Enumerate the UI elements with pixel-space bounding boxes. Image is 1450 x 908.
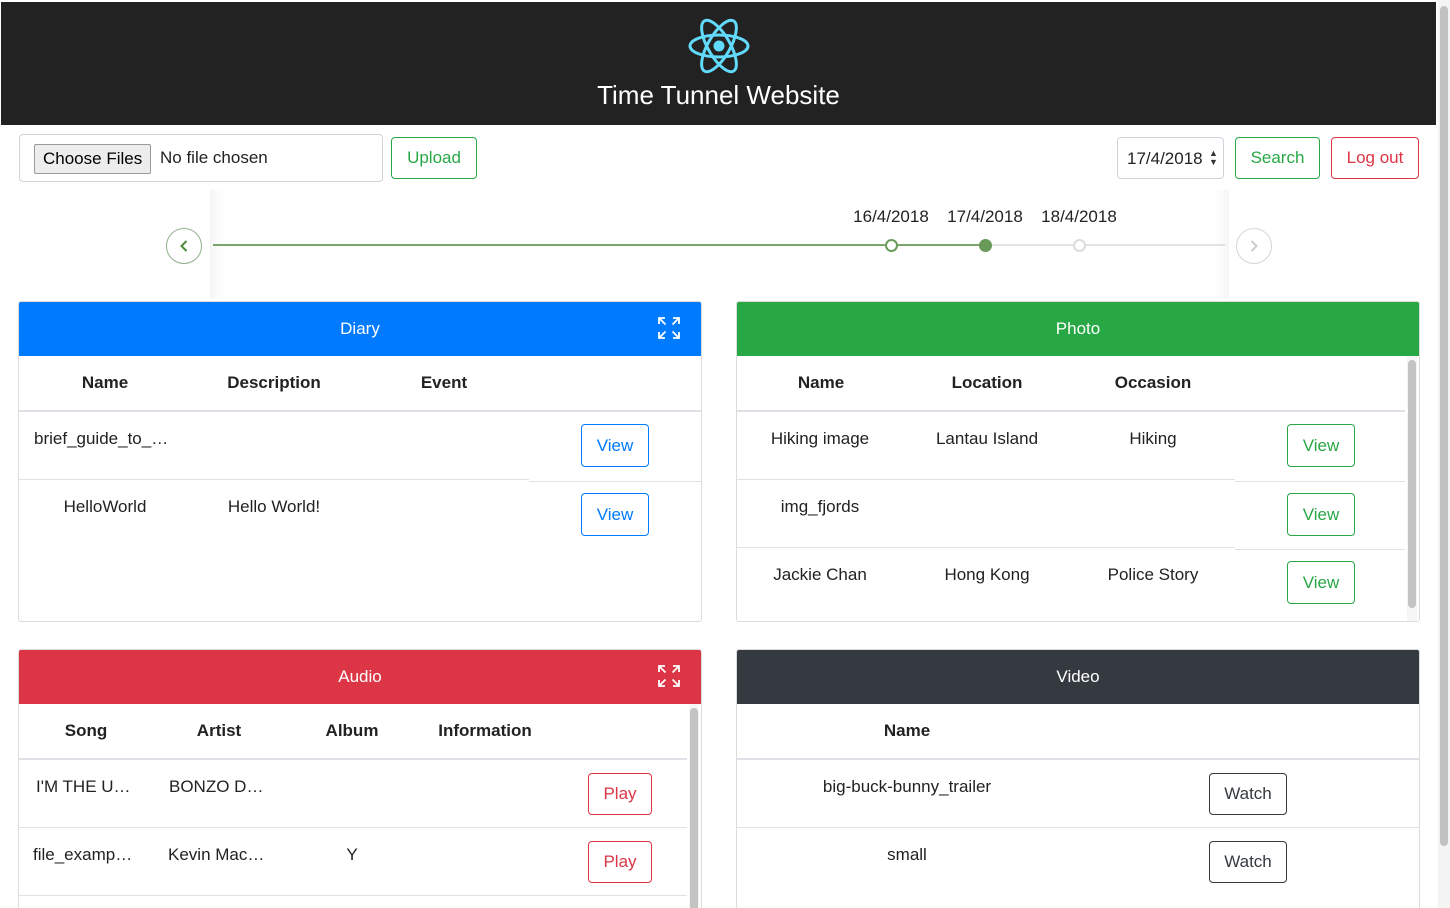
audio-column-header: Information: [438, 721, 532, 740]
diary-panel-header: Diary: [19, 302, 701, 356]
divider: [19, 895, 687, 896]
divider: [1235, 549, 1405, 550]
divider: [737, 758, 1419, 760]
view-button[interactable]: View: [1287, 424, 1355, 467]
view-button[interactable]: View: [581, 493, 649, 536]
audio-column-header: Song: [64, 721, 108, 740]
play-button[interactable]: Play: [588, 841, 652, 883]
photo-cell-occasion: Police Story: [1107, 565, 1199, 584]
date-value: 17/4/2018: [1127, 149, 1203, 168]
react-atom-icon: [688, 18, 750, 74]
photo-scrollbar[interactable]: [1407, 356, 1417, 621]
divider: [19, 758, 687, 760]
timeline-date-label: 17/4/2018: [947, 207, 1023, 226]
divider: [737, 479, 1235, 480]
video-panel-header: Video: [737, 650, 1419, 704]
photo-column-header: Occasion: [1114, 373, 1192, 392]
chevron-left-icon: [180, 240, 188, 252]
photo-column-header: Location: [951, 373, 1023, 392]
file-input[interactable]: Choose Files No file chosen: [19, 134, 383, 182]
site-header: Time Tunnel Website: [1, 2, 1436, 125]
file-status-text: No file chosen: [160, 148, 268, 167]
audio-cell-song: file_examp…: [33, 845, 133, 864]
expand-icon[interactable]: [657, 316, 681, 340]
site-title: Time Tunnel Website: [597, 80, 840, 110]
page-scrollbar[interactable]: [1438, 0, 1450, 908]
chevron-right-icon: [1250, 240, 1258, 252]
audio-scrollbar[interactable]: [689, 704, 699, 908]
logout-button[interactable]: Log out: [1331, 137, 1419, 179]
timeline-dot[interactable]: [885, 239, 898, 252]
photo-column-header: Name: [797, 373, 845, 392]
play-button[interactable]: Play: [588, 773, 652, 815]
view-button[interactable]: View: [1287, 493, 1355, 536]
view-button[interactable]: View: [581, 424, 649, 467]
audio-scrollbar-thumb[interactable]: [690, 708, 698, 908]
diary-column-header: Name: [81, 373, 129, 392]
timeline-prev-button[interactable]: [166, 228, 202, 264]
photo-scrollbar-thumb[interactable]: [1408, 360, 1416, 608]
audio-cell-artist: BONZO D…: [169, 777, 264, 796]
divider: [19, 410, 701, 412]
audio-column-header: Artist: [196, 721, 242, 740]
view-button[interactable]: View: [1287, 561, 1355, 604]
divider: [737, 827, 1419, 828]
date-spinner-icon[interactable]: ▲ ▼: [1209, 149, 1218, 167]
audio-panel-header: Audio: [19, 650, 701, 704]
photo-panel-title: Photo: [1055, 319, 1101, 338]
expand-icon[interactable]: [657, 664, 681, 688]
photo-cell-name: img_fjords: [780, 497, 860, 516]
video-cell-name: small: [887, 845, 927, 864]
diary-cell-name: HelloWorld: [63, 497, 147, 516]
page-scrollbar-thumb[interactable]: [1440, 6, 1448, 846]
diary-column-header: Description: [227, 373, 321, 392]
choose-files-button[interactable]: Choose Files: [34, 144, 152, 174]
photo-panel: Photo Name Location Occasion Hiking imag…: [736, 301, 1420, 622]
divider: [19, 827, 687, 828]
audio-cell-album: Y: [346, 845, 358, 864]
watch-button[interactable]: Watch: [1209, 841, 1287, 883]
date-input[interactable]: 17/4/2018 ▲ ▼: [1117, 137, 1224, 179]
diary-cell-description: Hello World!: [227, 497, 321, 516]
search-button[interactable]: Search: [1235, 137, 1320, 179]
video-panel: Video Name big-buck-bunny_trailer Watch …: [736, 649, 1420, 908]
video-cell-name: big-buck-bunny_trailer: [822, 777, 992, 796]
divider: [19, 479, 529, 480]
upload-button[interactable]: Upload: [391, 137, 477, 179]
audio-cell-artist: Kevin Mac…: [168, 845, 265, 864]
photo-panel-header: Photo: [737, 302, 1419, 356]
diary-panel: Diary Name Description Event brief_guide…: [18, 301, 702, 622]
watch-button[interactable]: Watch: [1209, 773, 1287, 815]
divider: [1235, 481, 1405, 482]
photo-cell-location: Lantau Island: [935, 429, 1039, 448]
page: Time Tunnel Website Choose Files No file…: [0, 0, 1450, 908]
timeline-line-future: [985, 244, 1225, 246]
timeline-dot-selected[interactable]: [979, 239, 992, 252]
diary-cell-name: brief_guide_to_…: [34, 429, 169, 448]
photo-cell-name: Hiking image: [770, 429, 870, 448]
audio-panel: Audio Song Artist Album Information I'M …: [18, 649, 702, 908]
photo-cell-location: Hong Kong: [944, 565, 1030, 584]
divider: [737, 547, 1235, 548]
timeline-date-label: 16/4/2018: [853, 207, 929, 226]
diary-panel-title: Diary: [340, 319, 380, 338]
divider: [529, 481, 701, 482]
divider: [737, 410, 1405, 412]
timeline-line-past: [213, 244, 985, 246]
audio-column-header: Album: [325, 721, 379, 740]
audio-panel-title: Audio: [338, 667, 382, 686]
video-panel-title: Video: [1056, 667, 1100, 686]
video-column-header: Name: [883, 721, 931, 740]
timeline-dot[interactable]: [1073, 239, 1086, 252]
audio-cell-song: I'M THE U…: [36, 777, 131, 796]
photo-cell-name: Jackie Chan: [773, 565, 867, 584]
photo-cell-occasion: Hiking: [1129, 429, 1177, 448]
diary-column-header: Event: [420, 373, 468, 392]
timeline-date-label: 18/4/2018: [1041, 207, 1117, 226]
timeline-next-button[interactable]: [1236, 228, 1272, 264]
